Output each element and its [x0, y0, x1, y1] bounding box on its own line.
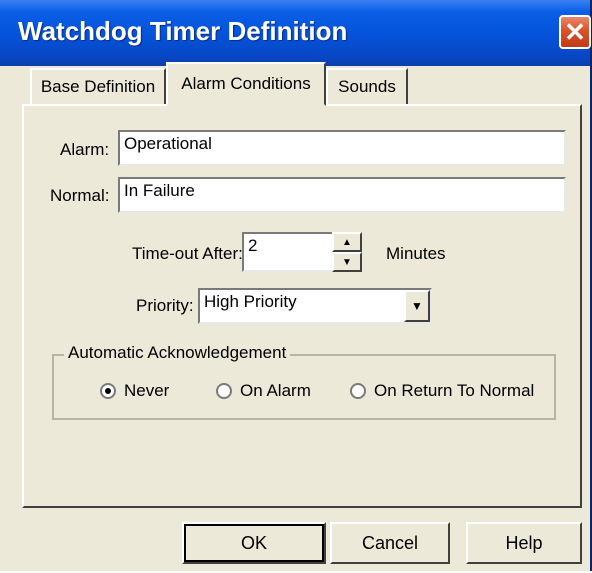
radio-on-return-to-normal-label[interactable]: On Return To Normal: [374, 381, 534, 401]
cancel-label: Cancel: [361, 532, 419, 553]
tab-alarm-conditions[interactable]: Alarm Conditions: [166, 62, 326, 106]
alarm-label: Alarm:: [60, 140, 110, 159]
timeout-unit: Minutes: [386, 244, 446, 263]
spin-down-icon: ▼: [342, 256, 352, 268]
window-title: Watchdog Timer Definition: [18, 16, 348, 46]
spin-up-icon: ▲: [342, 236, 352, 248]
tab-label: Base Definition: [40, 77, 156, 96]
timeout-label: Time-out After:: [132, 244, 243, 263]
spin-down-button[interactable]: ▼: [332, 252, 362, 272]
tab-label: Sounds: [338, 77, 396, 96]
alarm-input[interactable]: Operational: [118, 130, 566, 166]
priority-dropdown-button[interactable]: ▼: [404, 290, 430, 322]
tab-label: Alarm Conditions: [181, 74, 311, 93]
normal-input[interactable]: In Failure: [118, 177, 566, 213]
alarm-value: Operational: [124, 134, 212, 153]
auto-ack-legend: Automatic Acknowledgement: [64, 343, 291, 363]
radio-on-alarm-label[interactable]: On Alarm: [240, 381, 311, 401]
tab-sounds[interactable]: Sounds: [326, 68, 408, 104]
priority-label: Priority:: [136, 296, 194, 315]
radio-on-alarm[interactable]: [216, 383, 232, 399]
priority-value: High Priority: [204, 292, 297, 311]
chevron-down-icon: ▼: [411, 299, 423, 313]
normal-value: In Failure: [124, 181, 195, 200]
spin-up-button[interactable]: ▲: [332, 232, 362, 252]
radio-never[interactable]: [100, 383, 116, 399]
help-label: Help: [505, 532, 543, 553]
ok-label: OK: [240, 532, 267, 553]
cancel-button[interactable]: Cancel: [330, 522, 450, 564]
title-bar[interactable]: Watchdog Timer Definition ✕: [0, 0, 591, 66]
help-button[interactable]: Help: [466, 522, 582, 564]
normal-label: Normal:: [50, 186, 110, 205]
radio-on-return-to-normal[interactable]: [350, 383, 366, 399]
timeout-value: 2: [248, 236, 258, 255]
ok-button[interactable]: OK: [182, 522, 326, 564]
close-icon: ✕: [564, 17, 586, 47]
dialog-window: Watchdog Timer Definition ✕ Base Definit…: [0, 0, 592, 571]
close-button[interactable]: ✕: [559, 15, 591, 49]
priority-dropdown[interactable]: High Priority: [198, 288, 432, 324]
tab-base-definition[interactable]: Base Definition: [30, 68, 166, 104]
radio-never-label[interactable]: Never: [124, 381, 169, 401]
timeout-input[interactable]: 2: [242, 232, 334, 272]
